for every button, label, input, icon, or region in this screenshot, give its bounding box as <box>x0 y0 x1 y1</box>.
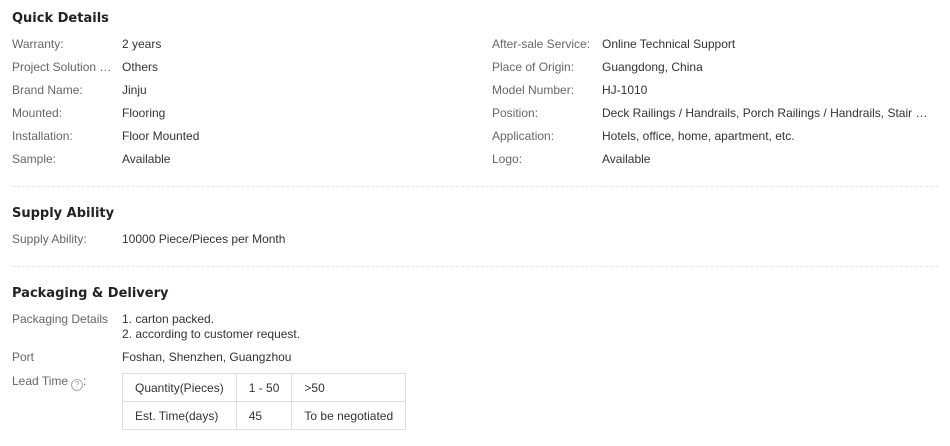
place-of-origin-value: Guangdong, China <box>602 60 703 74</box>
packaging-details-line-1: 1. carton packed. <box>122 312 215 326</box>
model-number-value: HJ-1010 <box>602 83 648 97</box>
installation-label: Installation: <box>12 129 73 143</box>
packaging-details-line-2: 2. according to customer request. <box>122 327 301 341</box>
lead-time-label: Lead Time?: <box>12 374 87 391</box>
question-circle-icon[interactable]: ? <box>71 379 84 391</box>
installation-value: Floor Mounted <box>122 129 200 143</box>
after-sale-label: After-sale Service: <box>492 37 591 51</box>
model-number-label: Model Number: <box>492 83 575 97</box>
application-value: Hotels, office, home, apartment, etc. <box>602 129 795 143</box>
sample-label: Sample: <box>12 152 57 166</box>
mounted-label: Mounted: <box>12 106 63 120</box>
lead-time-table: Quantity(Pieces) 1 - 50 >50 Est. Time(da… <box>122 373 407 430</box>
port-value: Foshan, Shenzhen, Guangzhou <box>122 350 292 364</box>
table-cell: To be negotiated <box>291 401 407 430</box>
position-value: Deck Railings / Handrails, Porch Railing… <box>602 106 932 120</box>
logo-label: Logo: <box>492 152 523 166</box>
table-cell: Quantity(Pieces) <box>122 373 237 402</box>
supply-ability-label: Supply Ability: <box>12 232 87 246</box>
project-solution-value: Others <box>122 60 159 74</box>
brand-name-value: Jinju <box>122 83 147 97</box>
mounted-value: Flooring <box>122 106 166 120</box>
warranty-label: Warranty: <box>12 37 64 51</box>
table-row: Quantity(Pieces) 1 - 50 >50 <box>122 373 407 402</box>
section-divider <box>12 266 938 267</box>
table-cell: >50 <box>291 373 407 402</box>
project-solution-label: Project Solution Capability: <box>12 60 118 74</box>
sample-value: Available <box>122 152 171 166</box>
position-label: Position: <box>492 106 539 120</box>
warranty-value: 2 years <box>122 37 162 51</box>
lead-time-text: Lead Time <box>12 374 69 388</box>
supply-ability-title: Supply Ability <box>12 206 115 221</box>
port-label: Port <box>12 350 35 364</box>
table-cell: Est. Time(days) <box>122 401 237 430</box>
table-row: Est. Time(days) 45 To be negotiated <box>122 401 407 430</box>
packaging-delivery-title: Packaging & Delivery <box>12 286 169 301</box>
section-divider <box>12 186 938 187</box>
supply-ability-value: 10000 Piece/Pieces per Month <box>122 232 286 246</box>
table-cell: 45 <box>235 401 293 430</box>
logo-value: Available <box>602 152 651 166</box>
packaging-details-label: Packaging Details <box>12 312 109 326</box>
quick-details-title: Quick Details <box>12 11 109 26</box>
place-of-origin-label: Place of Origin: <box>492 60 575 74</box>
table-cell: 1 - 50 <box>235 373 293 402</box>
after-sale-value: Online Technical Support <box>602 37 736 51</box>
brand-name-label: Brand Name: <box>12 83 83 97</box>
application-label: Application: <box>492 129 555 143</box>
